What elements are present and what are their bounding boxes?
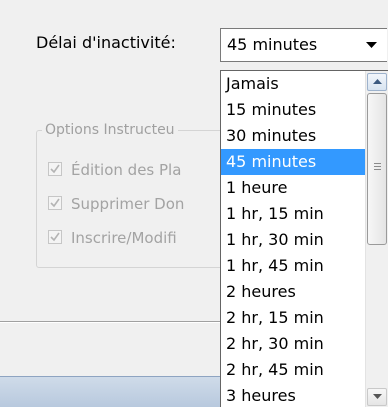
checkbox-delete-data-label: Supprimer Don [71, 195, 185, 213]
option-15-min[interactable]: 15 minutes [221, 97, 365, 123]
option-never[interactable]: Jamais [221, 71, 365, 97]
checkmark-icon [48, 162, 62, 176]
separator-highlight [0, 322, 222, 323]
option-45-min[interactable]: 45 minutes [221, 149, 365, 175]
bottom-bar [0, 376, 222, 407]
checkbox-edit-plans-label: Édition des Pla [71, 161, 182, 179]
option-3-hours[interactable]: 3 heures [221, 383, 365, 407]
instructor-options-title: Options Instructeu [42, 121, 178, 139]
option-2h30[interactable]: 2 hr, 30 min [221, 331, 365, 357]
option-1h45[interactable]: 1 hr, 45 min [221, 253, 365, 279]
timeout-options: Jamais 15 minutes 30 minutes 45 minutes … [221, 71, 365, 407]
scroll-up-arrow-icon[interactable] [367, 73, 387, 91]
option-30-min[interactable]: 30 minutes [221, 123, 365, 149]
settings-window: Délai d'inactivité: 45 minutes Options I… [0, 0, 388, 407]
timeout-dropdown-list[interactable]: Jamais 15 minutes 30 minutes 45 minutes … [220, 70, 388, 407]
timeout-label: Délai d'inactivité: [36, 33, 176, 52]
checkmark-icon [48, 196, 62, 210]
chevron-down-icon[interactable] [357, 29, 387, 61]
checkbox-register-modify-label: Inscrire/Modifi [71, 229, 177, 247]
timeout-combobox[interactable]: 45 minutes [220, 28, 387, 62]
option-1h30[interactable]: 1 hr, 30 min [221, 227, 365, 253]
grip-icon [374, 163, 381, 172]
checkmark-icon [48, 230, 62, 244]
option-1h15[interactable]: 1 hr, 15 min [221, 201, 365, 227]
scroll-down-arrow-icon[interactable] [367, 388, 387, 406]
scroll-thumb[interactable] [367, 93, 387, 245]
option-2h45[interactable]: 2 hr, 45 min [221, 357, 365, 383]
dropdown-scrollbar[interactable] [365, 71, 388, 407]
option-1-hour[interactable]: 1 heure [221, 175, 365, 201]
timeout-combobox-value: 45 minutes [227, 35, 318, 54]
option-2-hours[interactable]: 2 heures [221, 279, 365, 305]
option-2h15[interactable]: 2 hr, 15 min [221, 305, 365, 331]
